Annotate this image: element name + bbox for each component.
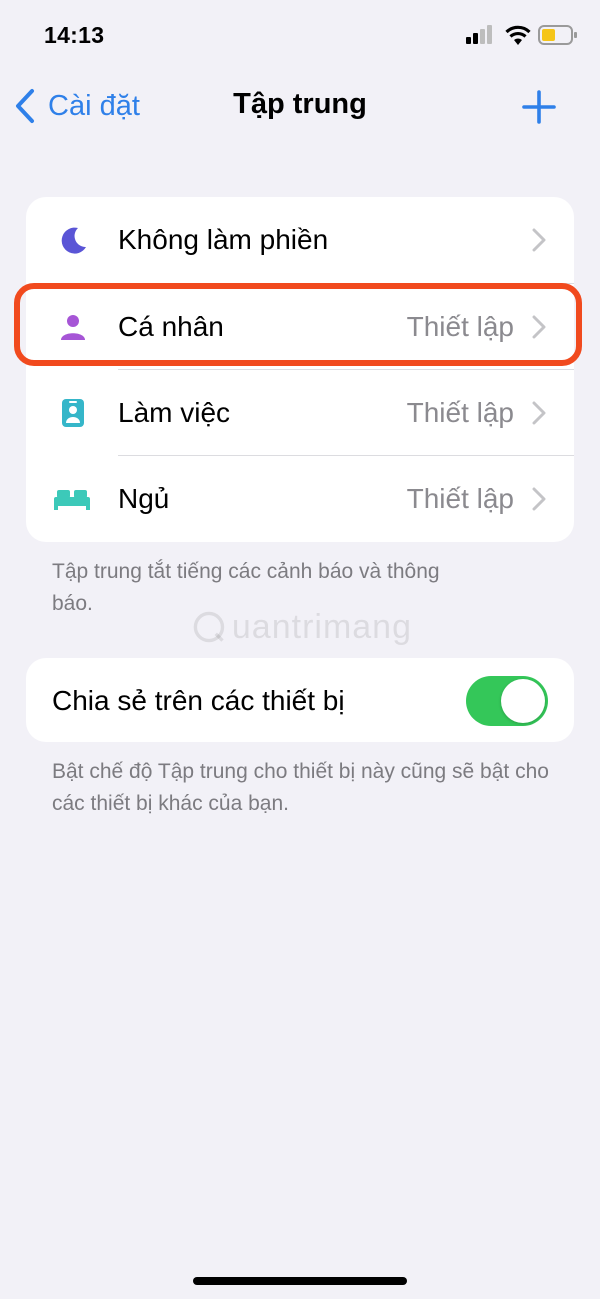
share-toggle[interactable]	[466, 676, 548, 726]
focus-item-value: Thiết lập	[406, 483, 514, 514]
focus-item-label: Cá nhân	[118, 311, 224, 342]
status-time: 14:13	[44, 22, 105, 48]
chevron-right-icon	[532, 228, 546, 252]
chevron-right-icon	[532, 487, 546, 511]
focus-item-label: Làm việc	[118, 397, 231, 428]
home-indicator[interactable]	[193, 1277, 407, 1285]
bed-icon	[52, 482, 92, 516]
person-icon	[56, 310, 90, 344]
focus-item-value: Thiết lập	[406, 311, 514, 342]
plus-icon[interactable]	[522, 90, 556, 124]
watermark-logo-icon	[193, 611, 225, 643]
chevron-right-icon	[532, 401, 546, 425]
focus-modes-list: Không làm phiền Cá nhân Thiết lập Làm vi…	[26, 197, 574, 542]
focus-item-label: Không làm phiền	[118, 224, 329, 255]
share-label: Chia sẻ trên các thiết bị	[52, 685, 345, 716]
watermark-text: uantrimang	[231, 607, 412, 646]
focus-item-label: Ngủ	[118, 483, 170, 514]
focus-item-personal[interactable]: Cá nhân Thiết lập	[26, 284, 574, 370]
watermark: uantrimang	[192, 603, 412, 651]
focus-item-sleep[interactable]: Ngủ Thiết lập	[26, 456, 574, 542]
page-title: Tập trung	[233, 88, 367, 120]
battery-icon	[538, 25, 577, 45]
share-footnote: Bật chế độ Tập trung cho thiết bị này cũ…	[52, 760, 549, 815]
share-across-devices-row: Chia sẻ trên các thiết bị	[26, 658, 574, 742]
status-bar: 14:13	[0, 0, 600, 70]
cellular-signal-icon	[466, 25, 492, 44]
toggle-knob	[501, 679, 545, 723]
id-badge-icon	[56, 396, 90, 430]
chevron-right-icon	[532, 315, 546, 339]
wifi-icon	[505, 25, 531, 45]
focus-item-do-not-disturb[interactable]: Không làm phiền	[26, 197, 574, 283]
moon-icon	[56, 223, 90, 257]
focus-item-value: Thiết lập	[406, 397, 514, 428]
focus-item-work[interactable]: Làm việc Thiết lập	[26, 370, 574, 456]
navigation-bar: Cài đặt Tập trung	[0, 74, 600, 138]
